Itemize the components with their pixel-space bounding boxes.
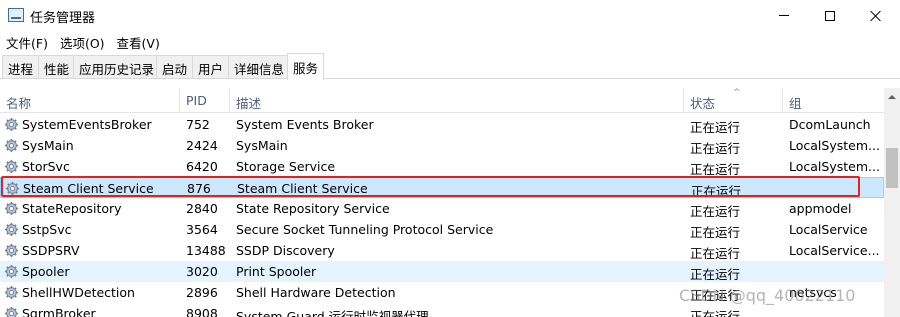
cell-group: LocalSystem... bbox=[789, 138, 880, 153]
menu-file[interactable]: 文件(F) bbox=[0, 31, 54, 51]
minimize-icon bbox=[779, 15, 789, 16]
cell-group bbox=[789, 303, 883, 317]
watermark: CSDN @qq_40022110 bbox=[679, 286, 856, 305]
table-row[interactable]: SSDPSRV 13488 SSDP Discovery 正在运行 LocalServi… bbox=[0, 240, 884, 261]
cell-status: 正在运行 bbox=[690, 204, 741, 219]
gear-icon bbox=[4, 243, 19, 258]
cell-description: System Guard 运行时监视器代理 bbox=[236, 309, 429, 317]
tab-startup[interactable]: 启动 bbox=[156, 55, 194, 78]
cell-pid: 8908 bbox=[186, 306, 218, 317]
cell-description: SSDP Discovery bbox=[236, 243, 335, 258]
cell-description: Print Spooler bbox=[236, 264, 317, 279]
cell-pid: 876 bbox=[187, 181, 211, 196]
column-header-pid[interactable]: PID bbox=[180, 88, 230, 113]
cell-pid: 6420 bbox=[186, 159, 218, 174]
cell-group: DcomLaunch bbox=[789, 117, 871, 132]
cell-status: 正在运行 bbox=[690, 246, 741, 261]
cell-name: Steam Client Service bbox=[23, 181, 154, 196]
table-row[interactable]: Spooler 3020 Print Spooler 正在运行 bbox=[0, 261, 884, 282]
table-header: 名称 PID 描述 状态 组 ^ bbox=[0, 88, 884, 113]
cell-description: Shell Hardware Detection bbox=[236, 285, 396, 300]
table-row[interactable]: StateRepository 2840 State Repository Serv… bbox=[0, 198, 884, 219]
gear-icon bbox=[4, 201, 19, 216]
maximize-button[interactable] bbox=[807, 0, 853, 31]
column-header-group[interactable]: 组 bbox=[783, 88, 884, 113]
menu-bar: 文件(F) 选项(O) 查看(V) bbox=[0, 31, 166, 51]
cell-pid: 2896 bbox=[186, 285, 218, 300]
minimize-button[interactable] bbox=[761, 0, 807, 31]
gear-icon bbox=[4, 138, 19, 153]
gear-icon bbox=[4, 117, 19, 132]
cell-status: 正在运行 bbox=[690, 141, 741, 156]
sort-ascending-icon: ^ bbox=[733, 88, 741, 98]
services-table: 名称 PID 描述 状态 组 ^ SystemEventsBroker 752 Sy… bbox=[0, 88, 884, 317]
cell-name: SSDPSRV bbox=[22, 243, 80, 258]
cell-description: Storage Service bbox=[236, 159, 336, 174]
tab-details[interactable]: 详细信息 bbox=[228, 55, 291, 78]
cell-group bbox=[790, 178, 884, 199]
title-bar[interactable]: 任务管理器 bbox=[0, 0, 900, 31]
cell-name: Spooler bbox=[22, 264, 70, 279]
cell-pid: 3564 bbox=[186, 222, 218, 237]
cell-name: ShellHWDetection bbox=[22, 285, 135, 300]
cell-status: 正在运行 bbox=[690, 120, 741, 135]
cell-pid: 2840 bbox=[186, 201, 218, 216]
cell-name: StateRepository bbox=[22, 201, 122, 216]
menu-options[interactable]: 选项(O) bbox=[54, 31, 111, 51]
cell-group bbox=[789, 261, 883, 282]
vertical-scrollbar[interactable] bbox=[884, 88, 900, 317]
tab-users[interactable]: 用户 bbox=[192, 55, 230, 78]
menu-view[interactable]: 查看(V) bbox=[111, 31, 166, 51]
tab-performance[interactable]: 性能 bbox=[38, 55, 76, 78]
table-row[interactable]: SgrmBroker 8908 System Guard 运行时监视器代理 正在运行 bbox=[0, 303, 884, 317]
table-row[interactable]: SstpSvc 3564 Secure Socket Tunneling Proto… bbox=[0, 219, 884, 240]
tab-services[interactable]: 服务 bbox=[287, 53, 325, 80]
cell-description: Secure Socket Tunneling Protocol Service bbox=[236, 222, 494, 237]
cell-group: LocalService... bbox=[789, 243, 880, 258]
cell-pid: 3020 bbox=[186, 264, 218, 279]
gear-icon bbox=[5, 181, 20, 196]
cell-description: Steam Client Service bbox=[237, 181, 368, 196]
tab-app-history[interactable]: 应用历史记录 bbox=[73, 55, 161, 78]
column-header-name[interactable]: 名称 bbox=[0, 88, 180, 113]
cell-name: SstpSvc bbox=[22, 222, 72, 237]
cell-pid: 752 bbox=[186, 117, 210, 132]
close-button[interactable] bbox=[853, 0, 899, 31]
gear-icon bbox=[4, 222, 19, 237]
cell-name: SystemEventsBroker bbox=[22, 117, 152, 132]
cell-group: appmodel bbox=[789, 201, 852, 216]
cell-status: 正在运行 bbox=[690, 225, 741, 240]
cell-description: State Repository Service bbox=[236, 201, 390, 216]
table-row[interactable]: StorSvc 6420 Storage Service 正在运行 LocalSyste… bbox=[0, 156, 884, 177]
cell-description: SysMain bbox=[236, 138, 288, 153]
cell-name: StorSvc bbox=[22, 159, 70, 174]
maximize-icon bbox=[825, 10, 835, 21]
gear-icon bbox=[4, 306, 19, 317]
cell-description: System Events Broker bbox=[236, 117, 374, 132]
cell-status: 正在运行 bbox=[691, 184, 742, 199]
cell-pid: 13488 bbox=[186, 243, 226, 258]
gear-icon bbox=[4, 285, 19, 300]
cell-status: 正在运行 bbox=[690, 162, 741, 177]
column-header-description[interactable]: 描述 bbox=[230, 88, 684, 113]
cell-group: LocalService bbox=[789, 222, 868, 237]
task-manager-icon bbox=[8, 8, 24, 22]
scroll-thumb[interactable] bbox=[886, 148, 898, 188]
gear-icon bbox=[4, 159, 19, 174]
cell-name: SysMain bbox=[22, 138, 74, 153]
table-row[interactable]: SysMain 2424 SysMain 正在运行 LocalSystem... bbox=[0, 135, 884, 156]
window-title: 任务管理器 bbox=[30, 11, 96, 26]
table-row[interactable]: Steam Client Service 876 Steam Client Serv… bbox=[0, 177, 884, 199]
gear-icon bbox=[4, 264, 19, 279]
tab-processes[interactable]: 进程 bbox=[2, 55, 40, 78]
tab-bar: 进程 性能 应用历史记录 启动 用户 详细信息 服务 bbox=[0, 53, 900, 80]
scroll-up-arrow-icon[interactable] bbox=[884, 88, 900, 105]
cell-status: 正在运行 bbox=[690, 309, 741, 317]
cell-group: LocalSystem... bbox=[789, 159, 880, 174]
cell-pid: 2424 bbox=[186, 138, 218, 153]
cell-name: SgrmBroker bbox=[22, 306, 96, 317]
close-icon bbox=[870, 10, 882, 22]
cell-status: 正在运行 bbox=[690, 267, 741, 282]
table-row[interactable]: SystemEventsBroker 752 System Events Broke… bbox=[0, 114, 884, 135]
